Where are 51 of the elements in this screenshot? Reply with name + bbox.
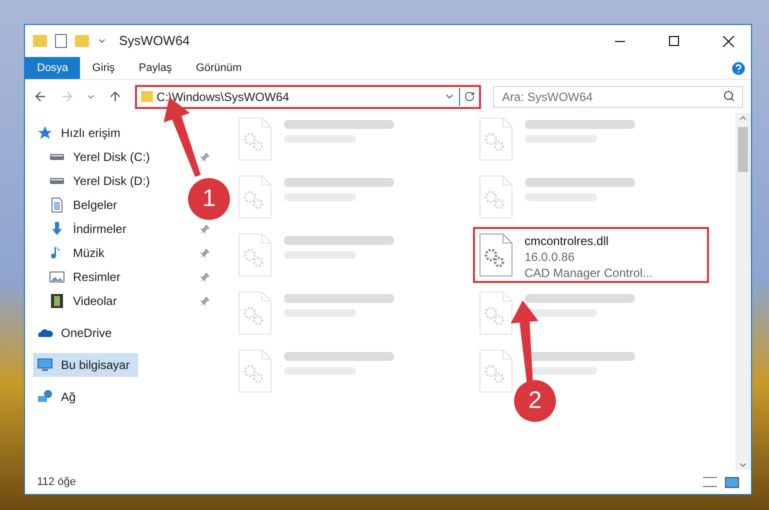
ribbon-tab[interactable]: Giriş <box>80 57 127 79</box>
film-icon <box>49 293 65 309</box>
dll-file-icon <box>478 349 512 393</box>
dll-file-icon <box>238 117 272 161</box>
dll-file-icon <box>238 291 272 335</box>
dll-file-icon <box>238 175 272 219</box>
ribbon-tab[interactable]: Görünüm <box>184 57 254 79</box>
sidebar-item[interactable]: Yerel Disk (C:) <box>45 145 158 169</box>
sidebar-item[interactable]: Belgeler <box>45 193 126 217</box>
folder-icon <box>75 35 89 47</box>
dll-file-icon <box>478 291 512 335</box>
tiles-view-icon[interactable] <box>725 476 739 488</box>
star-icon <box>37 125 53 141</box>
sidebar-item[interactable]: Yerel Disk (D:) <box>45 169 158 193</box>
ribbon-tab[interactable]: Paylaş <box>126 57 184 79</box>
window-title: SysWOW64 <box>119 32 190 50</box>
monitor-icon <box>37 357 53 373</box>
scrollbar[interactable] <box>735 113 751 470</box>
help-icon[interactable] <box>730 60 747 76</box>
address-bar[interactable]: C:\Windows\SysWOW64 <box>134 84 482 108</box>
down-arrow-icon <box>49 221 65 237</box>
dll-file-icon <box>478 175 512 219</box>
close-icon <box>722 36 734 46</box>
dll-file-icon <box>238 233 272 277</box>
back-arrow-icon[interactable] <box>33 89 48 104</box>
dll-file-icon <box>238 349 272 393</box>
drive-icon <box>49 178 65 184</box>
sidebar-item[interactable]: İndirmeler <box>45 217 134 241</box>
drive-icon <box>49 154 65 160</box>
sidebar-item[interactable]: Videolar <box>45 289 125 313</box>
search-field[interactable]: Ara: SysWOW64 <box>493 86 744 108</box>
properties-icon <box>55 34 67 48</box>
dll-file-icon <box>478 233 512 277</box>
folder-icon <box>33 35 47 47</box>
sidebar-item[interactable]: OneDrive <box>33 321 120 345</box>
sidebar-item[interactable]: Hızlı erişim <box>33 121 128 145</box>
dll-file-icon <box>478 117 512 161</box>
file-name: cmcontrolres.dll <box>524 233 610 249</box>
sidebar-item[interactable]: Ağ <box>33 385 84 409</box>
scrollbar-thumb[interactable] <box>738 127 748 172</box>
file-detail: 16.0.0.86 <box>524 249 576 265</box>
sidebar-item[interactable]: Bu bilgisayar <box>33 353 138 377</box>
ribbon-tab[interactable]: Dosya <box>25 57 80 79</box>
sidebar-item[interactable]: Resimler <box>45 265 128 289</box>
item-count: 112 öğe <box>37 474 76 490</box>
sidebar-item[interactable]: Müzik <box>45 241 112 265</box>
network-icon <box>37 389 53 405</box>
picture-icon <box>49 269 65 285</box>
search-icon[interactable] <box>723 90 736 102</box>
document-icon <box>49 197 65 213</box>
details-view-icon[interactable] <box>703 477 717 487</box>
